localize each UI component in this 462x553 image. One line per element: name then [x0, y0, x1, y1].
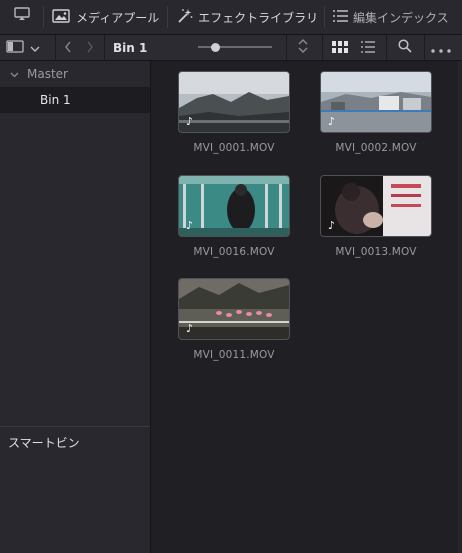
list-icon: [332, 9, 349, 26]
chevron-down-icon: [30, 38, 40, 57]
search-icon: [398, 38, 412, 57]
list-view-icon: [361, 38, 375, 57]
bar-divider: [424, 35, 425, 60]
audio-note-icon: ♪: [328, 115, 336, 128]
master-label: Master: [27, 67, 68, 81]
search-button[interactable]: [398, 35, 414, 60]
clip-thumbnail[interactable]: ♪: [178, 71, 290, 133]
bin-label: Bin 1: [40, 93, 71, 107]
clip-name: MVI_0002.MOV: [335, 142, 417, 154]
sidebar-panel-icon: [6, 38, 24, 57]
bar-divider: [286, 35, 287, 60]
forward-button[interactable]: [86, 35, 98, 60]
smart-bins-divider: [0, 426, 150, 427]
bar-divider: [322, 35, 323, 60]
grid-scrollbar[interactable]: [458, 61, 462, 553]
clip-tile[interactable]: ♪ MVI_0001.MOV: [178, 71, 290, 154]
bar-divider: [55, 35, 56, 60]
bin-tree-item-bin1[interactable]: Bin 1: [0, 87, 150, 113]
edit-index-button[interactable]: 編集インデックス: [325, 0, 462, 34]
bar-divider: [104, 35, 105, 60]
audio-note-icon: ♪: [186, 115, 194, 128]
clip-thumbnail[interactable]: ♪: [178, 175, 290, 237]
clip-tile[interactable]: ♪ MVI_0011.MOV: [178, 278, 290, 361]
slider-handle[interactable]: [211, 43, 220, 52]
smart-bins-header: スマートビン: [8, 436, 80, 450]
list-view-button[interactable]: [361, 35, 377, 60]
clip-tile[interactable]: ♪ MVI_0002.MOV: [320, 71, 432, 154]
edit-index-label: 編集インデックス: [352, 10, 449, 25]
bin-list-panel: Master Bin 1 スマートビン: [0, 61, 151, 553]
thumbnail-size-slider[interactable]: [198, 46, 272, 48]
chevron-down-icon: [10, 67, 19, 81]
thumbnail-image: [179, 176, 289, 236]
bin-tree-master[interactable]: Master: [0, 61, 150, 87]
media-pool-label: メディアプール: [76, 10, 160, 25]
clip-thumbnail[interactable]: ♪: [178, 278, 290, 340]
clip-name: MVI_0016.MOV: [193, 246, 275, 258]
bar-divider: [386, 35, 387, 60]
chevron-right-icon: [86, 38, 94, 57]
more-dots-icon: [431, 38, 451, 57]
magic-wand-icon: [176, 7, 194, 28]
thumbnail-image: [179, 279, 289, 339]
chevron-left-icon: [64, 38, 72, 57]
sort-arrows-icon: [297, 38, 309, 57]
bin-title: Bin 1: [113, 40, 148, 55]
panel-layout-button[interactable]: [6, 35, 48, 60]
audio-note-icon: ♪: [328, 219, 336, 232]
bin-toolbar: Bin 1: [0, 35, 462, 61]
effects-library-button[interactable]: エフェクトライブラリ: [168, 0, 324, 34]
clip-grid: ♪ MVI_0001.MOV ♪ MVI_0002.MOV ♪ MVI_0016…: [151, 61, 462, 553]
image-icon: [52, 8, 72, 27]
effects-library-label: エフェクトライブラリ: [198, 10, 319, 25]
workspace-toggle-button[interactable]: [0, 0, 43, 34]
clip-tile[interactable]: ♪ MVI_0016.MOV: [178, 175, 290, 258]
clip-name: MVI_0001.MOV: [193, 142, 275, 154]
clip-tile[interactable]: ♪ MVI_0013.MOV: [320, 175, 432, 258]
back-button[interactable]: [64, 35, 76, 60]
top-toolbar: メディアプール エフェクトライブラリ 編集インデックス: [0, 0, 462, 35]
thumbnail-image: [321, 176, 431, 236]
media-pool-button[interactable]: メディアプール: [44, 0, 167, 34]
audio-note-icon: ♪: [186, 219, 194, 232]
more-options-button[interactable]: [431, 35, 455, 60]
monitor-icon: [13, 7, 31, 27]
sort-button[interactable]: [297, 35, 311, 60]
audio-note-icon: ♪: [186, 322, 194, 335]
thumbnail-image: [321, 72, 431, 132]
clip-name: MVI_0011.MOV: [193, 349, 275, 361]
clip-thumbnail[interactable]: ♪: [320, 175, 432, 237]
thumbnail-image: [179, 72, 289, 132]
grid-view-button[interactable]: [332, 35, 350, 60]
clip-thumbnail[interactable]: ♪: [320, 71, 432, 133]
grid-icon: [332, 38, 348, 57]
clip-name: MVI_0013.MOV: [335, 246, 417, 258]
